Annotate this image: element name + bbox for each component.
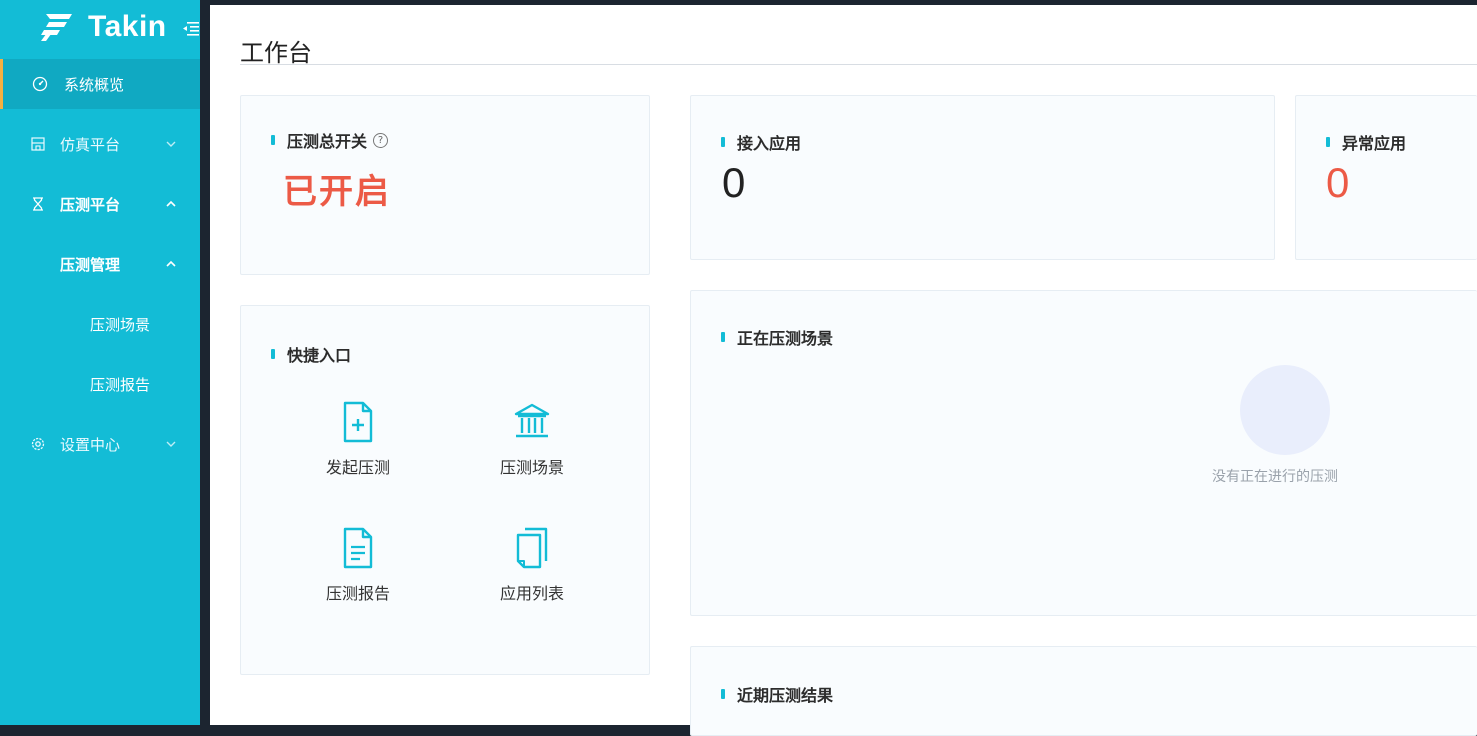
menu-fold-icon[interactable] bbox=[181, 20, 199, 36]
chevron-up-icon bbox=[166, 200, 176, 207]
document-icon bbox=[343, 527, 373, 569]
sidebar-item-label: 系统概览 bbox=[64, 75, 125, 94]
chevron-up-icon bbox=[166, 260, 176, 267]
abnormal-apps-count: 0 bbox=[1326, 159, 1350, 206]
takin-logo-icon bbox=[41, 14, 72, 41]
title-marker bbox=[271, 135, 275, 145]
card-title: 正在压测场景 bbox=[737, 329, 834, 348]
sidebar-item-label: 设置中心 bbox=[60, 435, 121, 454]
sidebar-item-label: 压测平台 bbox=[60, 195, 121, 214]
sidebar-item-label: 压测场景 bbox=[90, 315, 151, 334]
abnormal-apps-card[interactable]: 异常应用 0 bbox=[1295, 95, 1477, 260]
connected-apps-card[interactable]: 接入应用 0 bbox=[690, 95, 1275, 260]
sidebar-item-stress-management[interactable]: 压测管理 bbox=[0, 239, 200, 289]
chevron-down-icon bbox=[166, 141, 176, 147]
title-marker bbox=[271, 349, 275, 359]
title-marker bbox=[721, 689, 725, 699]
copy-icon bbox=[516, 527, 548, 569]
title-marker bbox=[721, 332, 725, 342]
master-switch-card: 压测总开关 ? 已开启 bbox=[240, 95, 650, 275]
shortcut-label: 发起压测 bbox=[325, 458, 390, 477]
card-title: 快捷入口 bbox=[287, 346, 352, 365]
page-title: 工作台 bbox=[240, 39, 312, 67]
card-title: 异常应用 bbox=[1342, 134, 1407, 153]
hourglass-icon bbox=[33, 197, 43, 211]
sidebar-item-settings[interactable]: 设置中心 bbox=[0, 419, 200, 469]
connected-apps-count: 0 bbox=[722, 159, 746, 206]
card-title: 接入应用 bbox=[737, 134, 802, 153]
sidebar-item-overview[interactable]: 系统概览 bbox=[0, 59, 200, 109]
sidebar-item-label: 压测报告 bbox=[90, 375, 151, 394]
sidebar-item-stress-scenes[interactable]: 压测场景 bbox=[0, 299, 200, 349]
add-file-icon bbox=[343, 401, 373, 443]
sidebar-item-stress-reports[interactable]: 压测报告 bbox=[0, 359, 200, 409]
bank-icon bbox=[514, 403, 550, 438]
dashboard-icon bbox=[32, 76, 48, 92]
empty-state-illustration bbox=[1240, 365, 1330, 455]
shortcut-reports[interactable]: 压测报告 bbox=[298, 526, 418, 604]
sidebar-item-stress-platform[interactable]: 压测平台 bbox=[0, 179, 200, 229]
sidebar-item-label: 仿真平台 bbox=[60, 135, 121, 154]
shortcut-label: 压测场景 bbox=[499, 458, 564, 477]
recent-results-card: 近期压测结果 bbox=[690, 646, 1477, 736]
card-title: 压测总开关 bbox=[287, 132, 368, 151]
title-divider bbox=[240, 64, 1477, 65]
card-title: 近期压测结果 bbox=[737, 686, 834, 705]
empty-state-text: 没有正在进行的压测 bbox=[1212, 469, 1338, 485]
shortcut-label: 压测报告 bbox=[325, 584, 390, 603]
shortcut-label: 应用列表 bbox=[499, 584, 564, 603]
chevron-down-icon bbox=[166, 441, 176, 447]
shortcut-start-test[interactable]: 发起压测 bbox=[298, 400, 418, 478]
shortcut-app-list[interactable]: 应用列表 bbox=[472, 526, 592, 604]
running-scenes-card: 正在压测场景 没有正在进行的压测 bbox=[690, 290, 1477, 616]
app-name: Takin bbox=[88, 10, 167, 43]
shortcut-scenes[interactable]: 压测场景 bbox=[472, 400, 592, 478]
main-content: 工作台 压测总开关 ? 已开启 接入应用 0 异常应用 0 快捷入口 发起压测 … bbox=[210, 5, 1477, 736]
shortcuts-card: 快捷入口 发起压测 压测场景 压测报告 应用列表 bbox=[240, 305, 650, 675]
switch-status[interactable]: 已开启 bbox=[283, 164, 391, 213]
sidebar-item-simulation[interactable]: 仿真平台 bbox=[0, 119, 200, 169]
sidebar: Takin 系统概览 仿真平台 压测平台 压测管理 压测场景 压测报告 设置中心 bbox=[0, 0, 200, 725]
title-marker bbox=[721, 137, 725, 147]
sidebar-item-label: 压测管理 bbox=[60, 255, 121, 274]
building-icon bbox=[31, 137, 45, 151]
gear-icon bbox=[31, 437, 45, 451]
help-icon[interactable]: ? bbox=[373, 132, 389, 148]
title-marker bbox=[1326, 137, 1330, 147]
logo[interactable]: Takin bbox=[0, 0, 200, 54]
